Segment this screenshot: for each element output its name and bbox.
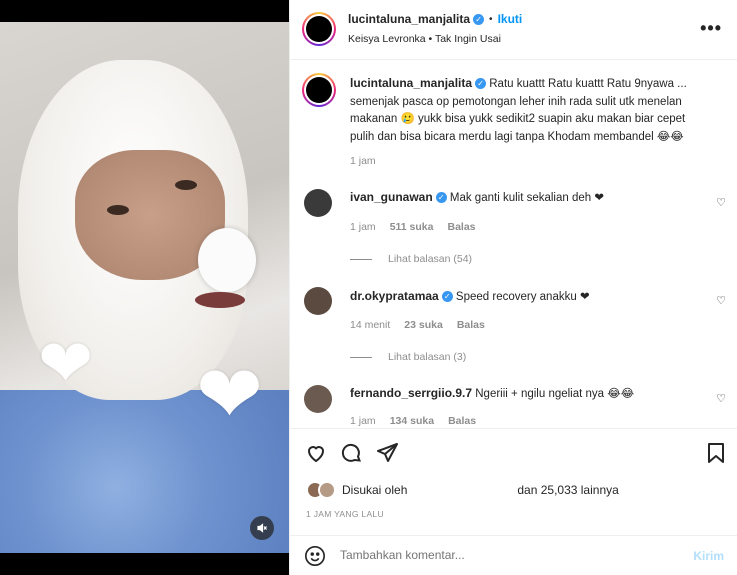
comment-composer: Kirim (290, 535, 737, 575)
comment-body: fernando_serrgiio.9.7 Ngeriii + ngilu ng… (350, 385, 690, 404)
verified-badge-icon: ✓ (435, 192, 447, 204)
media-nose-pad (198, 228, 256, 292)
comment-text: Speed recovery anakku ❤ (455, 291, 590, 303)
comment-likes[interactable]: 134 suka (390, 415, 434, 427)
comment-input[interactable] (340, 548, 660, 562)
post-details-panel: lucintaluna_manjalita ✓ • Ikuti Keisya L… (289, 0, 737, 575)
media-lips (195, 292, 245, 308)
comment-likes[interactable]: 23 suka (404, 319, 443, 331)
post-timestamp[interactable]: 1 JAM YANG LALU (306, 509, 384, 519)
view-replies-label[interactable]: Lihat balasan (54) (388, 253, 472, 265)
comment-meta: 14 menit 23 suka Balas (350, 319, 485, 331)
liker-avatar (318, 481, 336, 499)
send-icon[interactable] (375, 441, 399, 465)
post-header: lucintaluna_manjalita ✓ • Ikuti Keisya L… (290, 0, 737, 60)
comment-like-icon[interactable]: ♡ (716, 294, 726, 307)
likes-count[interactable]: dan 25,033 lainnya (517, 483, 618, 497)
header-username[interactable]: lucintaluna_manjalita (348, 12, 470, 26)
emoji-icon[interactable] (304, 545, 326, 567)
caption: lucintaluna_manjalita ✓ Ratu kuattt Ratu … (350, 75, 710, 146)
heart-sticker-icon: ❤ (196, 350, 264, 439)
view-replies-label[interactable]: Lihat balasan (3) (388, 351, 466, 363)
media-eye (175, 180, 197, 190)
replies-divider (350, 356, 372, 358)
story-ring[interactable] (302, 12, 336, 46)
comment-username[interactable]: dr.okypratamaa (350, 289, 439, 303)
view-replies[interactable]: Lihat balasan (3) (350, 351, 466, 363)
post-actions: Disukai oleh dan 25,033 lainnya 1 JAM YA… (290, 428, 737, 530)
replies-divider (350, 258, 372, 260)
comment-avatar[interactable] (304, 385, 332, 413)
comment-reply-button[interactable]: Balas (447, 221, 475, 233)
comment-time[interactable]: 1 jam (350, 415, 376, 427)
comment-like-icon[interactable]: ♡ (716, 392, 726, 405)
comment-avatar[interactable] (304, 287, 332, 315)
comment-meta: 1 jam 134 suka Balas (350, 415, 476, 427)
comments-list[interactable]: lucintaluna_manjalita ✓ Ratu kuattt Ratu … (290, 61, 737, 427)
comment-username[interactable]: fernando_serrgiio.9.7 (350, 386, 472, 400)
verified-badge-icon: ✓ (475, 78, 487, 90)
audio-label[interactable]: Keisya Levronka • Tak Ingin Usai (348, 33, 501, 45)
comment-meta: 1 jam 511 suka Balas (350, 221, 476, 233)
post-media[interactable]: ❤ ❤ (0, 0, 289, 575)
verified-badge-icon: ✓ (441, 291, 453, 303)
caption-avatar[interactable] (306, 77, 332, 103)
caption-username[interactable]: lucintaluna_manjalita (350, 76, 472, 90)
comment-reply-button[interactable]: Balas (448, 415, 476, 427)
bookmark-icon[interactable] (704, 441, 728, 465)
verified-badge-icon: ✓ (473, 13, 485, 25)
comment-text: Mak ganti kulit sekalian deh ❤ (449, 192, 604, 204)
media-eye (107, 205, 129, 215)
heart-sticker-icon: ❤ (38, 326, 94, 400)
liked-by-label: Disukai oleh (342, 483, 408, 497)
heart-icon[interactable] (304, 441, 328, 465)
comment-reply-button[interactable]: Balas (457, 319, 485, 331)
comment-icon[interactable] (339, 441, 363, 465)
mute-icon[interactable] (250, 516, 274, 540)
caption-story-ring[interactable] (302, 73, 336, 107)
comment-time[interactable]: 14 menit (350, 319, 390, 331)
avatar[interactable] (306, 16, 332, 42)
comment-body: dr.okypratamaa ✓ Speed recovery anakku ❤ (350, 288, 690, 307)
comment-body: ivan_gunawan ✓ Mak ganti kulit sekalian d… (350, 189, 690, 208)
view-replies[interactable]: Lihat balasan (54) (350, 253, 472, 265)
comment-username[interactable]: ivan_gunawan (350, 190, 433, 204)
comment-text: Ngeriii + ngilu ngeliat nya 😂😂 (475, 388, 635, 400)
comment-like-icon[interactable]: ♡ (716, 196, 726, 209)
caption-time[interactable]: 1 jam (350, 155, 376, 167)
likes-summary[interactable]: Disukai oleh dan 25,033 lainnya (306, 481, 619, 499)
post-comment-button[interactable]: Kirim (693, 549, 724, 563)
comment-likes[interactable]: 511 suka (390, 221, 434, 233)
comment-avatar[interactable] (304, 189, 332, 217)
comment-time[interactable]: 1 jam (350, 221, 376, 233)
more-options-icon[interactable]: ••• (700, 18, 722, 39)
follow-button[interactable]: Ikuti (498, 12, 523, 26)
